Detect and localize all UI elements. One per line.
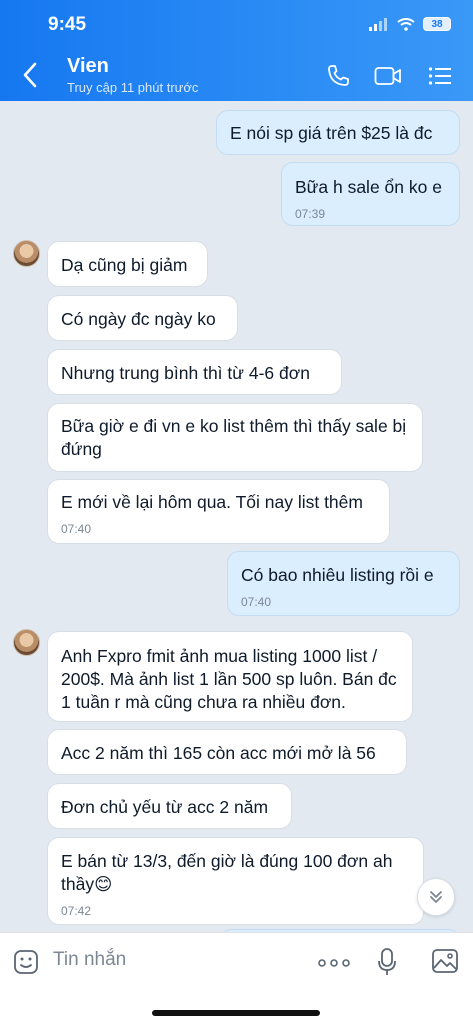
message-text: Acc 2 năm thì 165 còn acc mới mở là 56 — [61, 743, 376, 763]
message-list[interactable]: E nói sp giá trên $25 là đc Bữa h sale ổ… — [0, 101, 473, 932]
message-time: 07:42 — [61, 904, 92, 918]
message-text: E bán từ 13/3, đến giờ là đúng 100 đơn a… — [61, 851, 393, 894]
chat-header: 9:45 38 Vien Truy cập 11 phút trước — [0, 0, 473, 101]
microphone-icon[interactable] — [377, 947, 397, 977]
message-text: Bữa giờ e đi vn e ko list thêm thì thấy … — [61, 416, 407, 459]
message-composer: Tin nhắn — [0, 932, 473, 1024]
message-text: Nhưng trung bình thì từ 4-6 đơn — [61, 363, 310, 383]
message-text: Bữa h sale ổn ko e — [295, 177, 442, 197]
message-bubble-incoming[interactable]: Có ngày đc ngày ko — [47, 295, 238, 341]
message-text: E mới về lại hôm qua. Tối nay list thêm — [61, 492, 363, 512]
battery-indicator: 38 — [423, 17, 451, 31]
message-bubble-outgoing[interactable]: Có bao nhiêu listing rồi e 07:40 — [227, 551, 460, 616]
message-bubble-outgoing[interactable]: E nói sp giá trên $25 là đc — [216, 110, 460, 155]
message-text: Có ngày đc ngày ko — [61, 309, 216, 329]
message-bubble-incoming[interactable]: E mới về lại hôm qua. Tối nay list thêm … — [47, 479, 390, 544]
message-bubble-incoming[interactable]: Bữa giờ e đi vn e ko list thêm thì thấy … — [47, 403, 423, 472]
message-time: 07:39 — [295, 207, 326, 221]
message-time: 07:40 — [241, 595, 272, 609]
status-icons: 38 — [369, 17, 451, 31]
chevron-left-icon[interactable] — [22, 62, 38, 88]
list-menu-icon[interactable] — [428, 66, 452, 86]
video-camera-icon[interactable] — [374, 66, 402, 86]
chevron-double-down-icon — [430, 891, 442, 903]
message-bubble-incoming[interactable]: E bán từ 13/3, đến giờ là đúng 100 đơn a… — [47, 837, 424, 925]
signal-icon — [369, 17, 387, 31]
wifi-icon — [397, 17, 415, 31]
message-text: Dạ cũng bị giảm — [61, 255, 188, 275]
home-indicator — [152, 1010, 320, 1016]
message-time: 07:40 — [61, 522, 92, 536]
message-bubble-incoming[interactable]: Anh Fxpro fmit ảnh mua listing 1000 list… — [47, 631, 413, 722]
message-input[interactable]: Tin nhắn — [53, 949, 126, 971]
sticker-icon[interactable] — [13, 949, 39, 975]
message-text: Có bao nhiêu listing rồi e — [241, 565, 434, 585]
avatar[interactable] — [13, 629, 40, 656]
message-bubble-incoming[interactable]: Dạ cũng bị giảm — [47, 241, 208, 287]
message-bubble-incoming[interactable]: Nhưng trung bình thì từ 4-6 đơn — [47, 349, 342, 395]
status-time: 9:45 — [48, 14, 87, 35]
message-bubble-incoming[interactable]: Acc 2 năm thì 165 còn acc mới mở là 56 — [47, 729, 407, 775]
contact-name[interactable]: Vien — [67, 55, 109, 78]
last-seen-status: Truy cập 11 phút trước — [67, 80, 199, 95]
message-text: Anh Fxpro fmit ảnh mua listing 1000 list… — [61, 646, 397, 712]
avatar[interactable] — [13, 240, 40, 267]
message-bubble-outgoing[interactable]: Bữa h sale ổn ko e 07:39 — [281, 162, 460, 226]
message-text: Đơn chủ yếu từ acc 2 năm — [61, 797, 269, 817]
phone-icon[interactable] — [326, 64, 350, 88]
message-bubble-incoming[interactable]: Đơn chủ yếu từ acc 2 năm — [47, 783, 292, 829]
image-icon[interactable] — [431, 948, 459, 974]
message-text: E nói sp giá trên $25 là đc — [230, 123, 433, 143]
more-dots-icon[interactable] — [318, 959, 350, 967]
scroll-to-bottom-button[interactable] — [417, 878, 455, 916]
